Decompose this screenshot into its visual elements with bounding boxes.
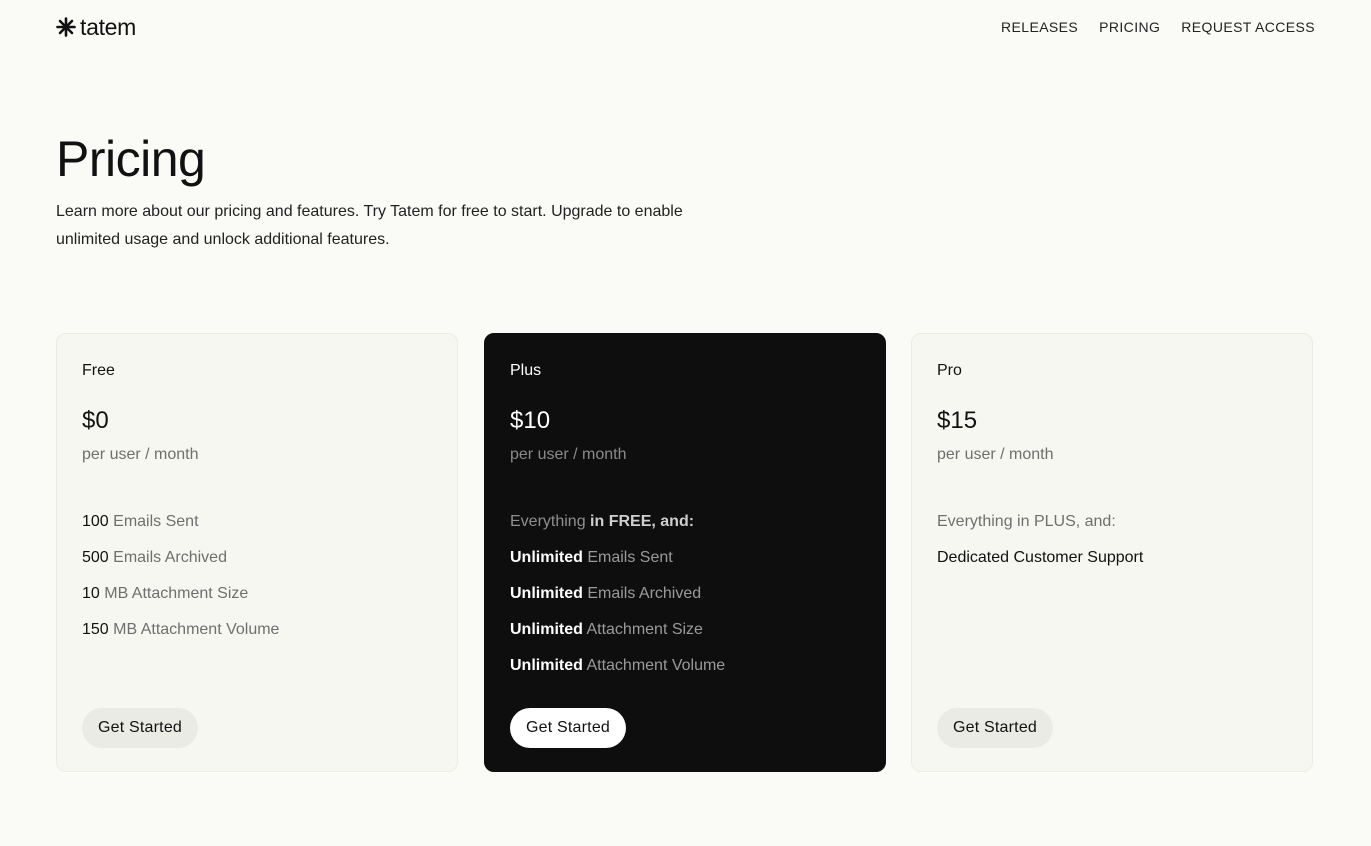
plan-name: Plus [510, 362, 542, 379]
feature-value: Unlimited [510, 657, 583, 674]
feature-label: Attachment Size [582, 621, 703, 638]
feature-label: Emails Sent [582, 549, 673, 566]
brand-logo[interactable]: tatem [56, 14, 136, 41]
plan-price: $15 [937, 407, 978, 434]
feature-label: Emails Archived [108, 549, 227, 566]
feature-item: Unlimited Attachment Size [510, 621, 725, 657]
plan-name: Free [82, 362, 115, 379]
plan-card-free: Free $0 per user / month 100 Emails Sent… [56, 333, 458, 772]
feature-item: 500 Emails Archived [82, 549, 279, 585]
feature-item: Dedicated Customer Support [937, 549, 1144, 566]
get-started-button-pro[interactable]: Get Started [937, 708, 1054, 748]
plan-card-pro: Pro $15 per user / month Everything in P… [911, 333, 1313, 772]
feature-item: Unlimited Attachment Volume [510, 657, 725, 693]
feature-list: 100 Emails Sent 500 Emails Archived 10 M… [82, 513, 279, 657]
feature-value: 100 [82, 513, 109, 530]
feature-label: Emails Archived [582, 585, 702, 602]
feature-item: 10 MB Attachment Size [82, 585, 279, 621]
nav-link-request-access[interactable]: REQUEST ACCESS [1181, 19, 1315, 35]
feature-item: 150 MB Attachment Volume [82, 621, 279, 657]
feature-lead-emphasis: in FREE, and: [585, 513, 695, 530]
plan-period: per user / month [82, 446, 199, 463]
feature-lead: Everything in PLUS, and: [937, 513, 1116, 530]
feature-value: Unlimited [510, 585, 583, 602]
feature-value: Unlimited [510, 621, 583, 638]
feature-label: Emails Sent [108, 513, 199, 530]
plan-period: per user / month [937, 446, 1054, 463]
feature-lead-text: Everything [510, 513, 586, 530]
feature-item: Unlimited Emails Sent [510, 549, 725, 585]
get-started-button-free[interactable]: Get Started [82, 708, 199, 748]
feature-value: 10 [82, 585, 100, 602]
feature-value: 150 [82, 621, 109, 638]
brand-name: tatem [80, 13, 137, 40]
top-navigation: tatem RELEASES PRICING REQUEST ACCESS [56, 12, 1315, 42]
feature-label: Attachment Volume [582, 657, 726, 674]
plan-price: $10 [510, 407, 551, 434]
feature-list: Everything in PLUS, and: Dedicated Custo… [937, 513, 1143, 585]
plan-period: per user / month [510, 446, 627, 463]
feature-value: 500 [82, 549, 109, 566]
plan-price: $0 [82, 407, 109, 434]
main-nav: RELEASES PRICING REQUEST ACCESS [1001, 19, 1315, 35]
page-title: Pricing [56, 131, 206, 187]
page-intro: Learn more about our pricing and feature… [56, 203, 683, 248]
feature-item: Unlimited Emails Archived [510, 585, 725, 621]
feature-label: MB Attachment Volume [108, 621, 280, 638]
plan-name: Pro [937, 362, 962, 379]
feature-lead: Everything in FREE, and: [510, 513, 725, 549]
get-started-button-plus[interactable]: Get Started [510, 708, 627, 748]
nav-link-releases[interactable]: RELEASES [1001, 19, 1078, 35]
plan-card-plus: Plus $10 per user / month Everything in … [484, 333, 886, 772]
feature-list: Everything in FREE, and: Unlimited Email… [510, 513, 725, 693]
asterisk-logo-icon [56, 17, 76, 37]
feature-label: MB Attachment Size [99, 585, 249, 602]
feature-item: 100 Emails Sent [82, 513, 279, 549]
feature-value: Unlimited [510, 549, 583, 566]
nav-link-pricing[interactable]: PRICING [1099, 19, 1160, 35]
